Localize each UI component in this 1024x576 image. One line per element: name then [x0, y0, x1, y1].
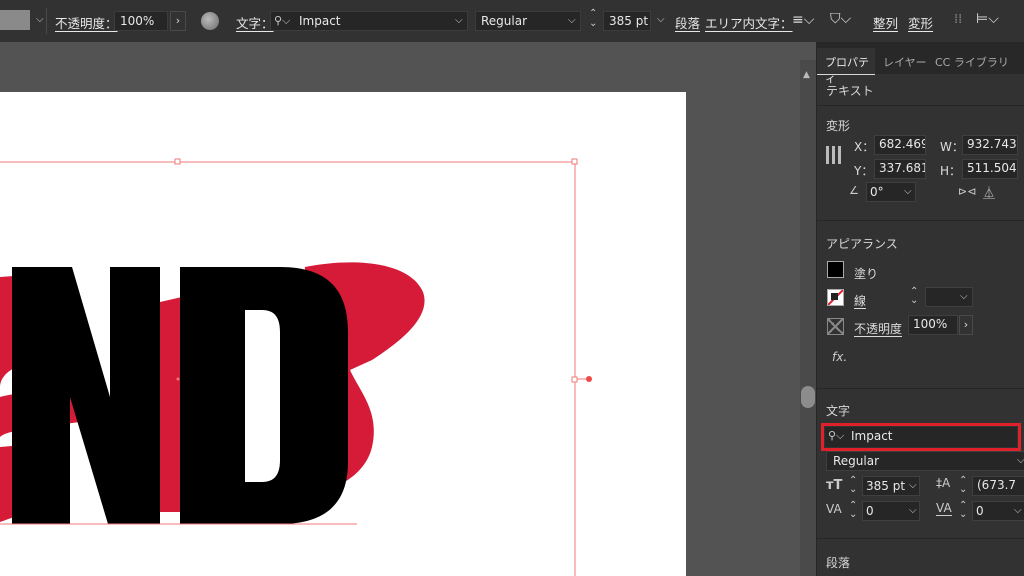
- stroke-stepper[interactable]: ⌃ ⌄: [910, 287, 918, 306]
- shape-mode-icon[interactable]: ⛉⌵: [830, 11, 851, 27]
- effects-icon[interactable]: fx.: [832, 350, 847, 364]
- section-appearance-title: アピアランス: [826, 237, 898, 251]
- canvas-scrollbar[interactable]: ▲: [800, 60, 816, 576]
- character-label[interactable]: 文字：: [236, 13, 274, 32]
- section-text-title: テキスト: [826, 84, 874, 98]
- x-field[interactable]: 682.469: [874, 135, 926, 155]
- search-icon: ⚲⌵: [828, 429, 845, 442]
- divider: [817, 220, 1024, 221]
- artwork[interactable]: [0, 92, 686, 576]
- fill-swatch[interactable]: [827, 261, 844, 278]
- opacity-icon: [827, 318, 844, 335]
- chevron-down-icon: ⌵: [568, 15, 576, 26]
- leading-field[interactable]: (673.7: [972, 476, 1024, 496]
- tab-properties[interactable]: プロパティ: [817, 48, 875, 85]
- x-label: X：: [854, 140, 875, 154]
- h-field[interactable]: 511.504: [962, 159, 1018, 179]
- font-style-value: Regular: [833, 454, 880, 468]
- transform-label[interactable]: 変形: [908, 13, 933, 32]
- chevron-down-icon: ⌵: [909, 480, 917, 491]
- font-size-value: 385 pt: [866, 479, 906, 493]
- y-field[interactable]: 337.681: [874, 159, 926, 179]
- headline-glyphs: [12, 267, 348, 524]
- divider: [817, 105, 1024, 106]
- tracking-value: 0: [976, 504, 984, 518]
- rotate-angle-icon: ∠: [849, 184, 859, 197]
- font-size-icon: ᴛT: [826, 478, 843, 493]
- kerning-field[interactable]: 0 ⌵: [862, 501, 920, 521]
- scroll-up-icon[interactable]: ▲: [803, 70, 810, 80]
- search-icon: ⚲⌵: [274, 14, 291, 27]
- opacity-label[interactable]: 不透明度: [854, 320, 902, 337]
- rotate-value: 0°: [870, 185, 884, 199]
- panel-font-size-field[interactable]: 385 pt ⌵: [862, 476, 920, 496]
- kerning-icon: VA: [826, 502, 842, 516]
- fill-swatch[interactable]: [0, 10, 30, 30]
- tracking-icon: VA: [936, 501, 952, 516]
- kerning-stepper[interactable]: ⌃ ⌄: [849, 501, 857, 520]
- reference-point-icon[interactable]: [826, 146, 844, 164]
- stroke-label[interactable]: 線: [854, 292, 866, 309]
- chevron-down-icon[interactable]: ⌵: [36, 14, 44, 25]
- tracking-field[interactable]: 0 ⌵: [972, 501, 1024, 521]
- size-stepper[interactable]: ⌃ ⌄: [589, 9, 597, 29]
- isolate-icon[interactable]: ⁞⁞: [954, 12, 962, 27]
- w-field[interactable]: 932.743: [962, 135, 1018, 155]
- control-bar: ⌵ 不透明度： 100% › 文字： ⚲⌵ Impact ⌵ Regular ⌵…: [0, 0, 1024, 43]
- divider: [817, 538, 1024, 539]
- properties-panel: プロパティ レイヤー CC ライブラリ テキスト 変形 X： 682.469 W…: [816, 42, 1024, 576]
- opacity-menu-button[interactable]: ›: [170, 11, 186, 31]
- font-style-value: Regular: [481, 14, 528, 28]
- flip-horizontal-icon[interactable]: ⊳⊲: [958, 185, 976, 198]
- opacity-menu-button[interactable]: ›: [959, 315, 973, 335]
- tab-cc-libraries[interactable]: CC ライブラリ: [935, 54, 1009, 70]
- distribute-icon[interactable]: ⊨⌵: [976, 11, 999, 27]
- chevron-down-icon: ⌵: [1017, 455, 1024, 466]
- chevron-down-icon: ⌵: [960, 291, 968, 302]
- chevron-down-icon: ⌵: [1014, 505, 1022, 516]
- chevron-down-icon: ⌵: [909, 505, 917, 516]
- font-style-field[interactable]: Regular ⌵: [475, 11, 581, 31]
- stroke-weight-field[interactable]: ⌵: [925, 287, 973, 307]
- opacity-label[interactable]: 不透明度：: [55, 13, 118, 32]
- font-family-value: Impact: [851, 429, 893, 443]
- panel-font-style-field[interactable]: Regular ⌵: [826, 451, 1024, 471]
- scroll-thumb[interactable]: [801, 386, 815, 408]
- stroke-none-swatch[interactable]: [827, 289, 844, 306]
- w-label: W：: [940, 140, 964, 154]
- section-transform-title: 変形: [826, 119, 851, 133]
- tab-layers[interactable]: レイヤー: [883, 54, 927, 70]
- area-text-label[interactable]: エリア内文字：: [705, 13, 793, 32]
- chevron-down-icon: ⌵: [455, 15, 463, 26]
- tracking-stepper[interactable]: ⌃ ⌄: [959, 501, 967, 520]
- opacity-field[interactable]: 100%: [908, 315, 958, 335]
- recolor-icon[interactable]: [201, 12, 219, 30]
- chevron-down-icon: ⌵: [904, 186, 912, 197]
- h-label: H：: [940, 164, 962, 178]
- divider: [817, 388, 1024, 389]
- opacity-field[interactable]: 100%: [114, 11, 168, 31]
- chevron-down-icon[interactable]: ⌵: [657, 14, 665, 25]
- panel-font-family-field[interactable]: ⚲⌵ Impact: [825, 427, 1017, 447]
- paragraph-label[interactable]: 段落: [675, 13, 700, 32]
- kerning-value: 0: [866, 504, 874, 518]
- font-size-field[interactable]: 385 pt: [603, 11, 651, 31]
- section-character-title: 文字: [826, 404, 851, 418]
- align-lines-icon[interactable]: ≡⌵: [792, 12, 814, 28]
- align-label[interactable]: 整列: [873, 13, 898, 32]
- size-stepper[interactable]: ⌃ ⌄: [849, 476, 857, 495]
- font-family-value: Impact: [299, 14, 341, 28]
- divider: [46, 8, 47, 34]
- rotate-field[interactable]: 0° ⌵: [866, 182, 916, 202]
- font-family-field[interactable]: ⚲⌵ Impact ⌵: [270, 11, 468, 31]
- leading-stepper[interactable]: ⌃ ⌄: [959, 476, 967, 495]
- leading-icon: ‡A: [936, 476, 951, 490]
- y-label: Y：: [854, 164, 874, 178]
- flip-vertical-icon[interactable]: ⏅: [983, 184, 995, 201]
- fill-label: 塗り: [854, 267, 879, 281]
- section-paragraph-title: 段落: [826, 556, 851, 570]
